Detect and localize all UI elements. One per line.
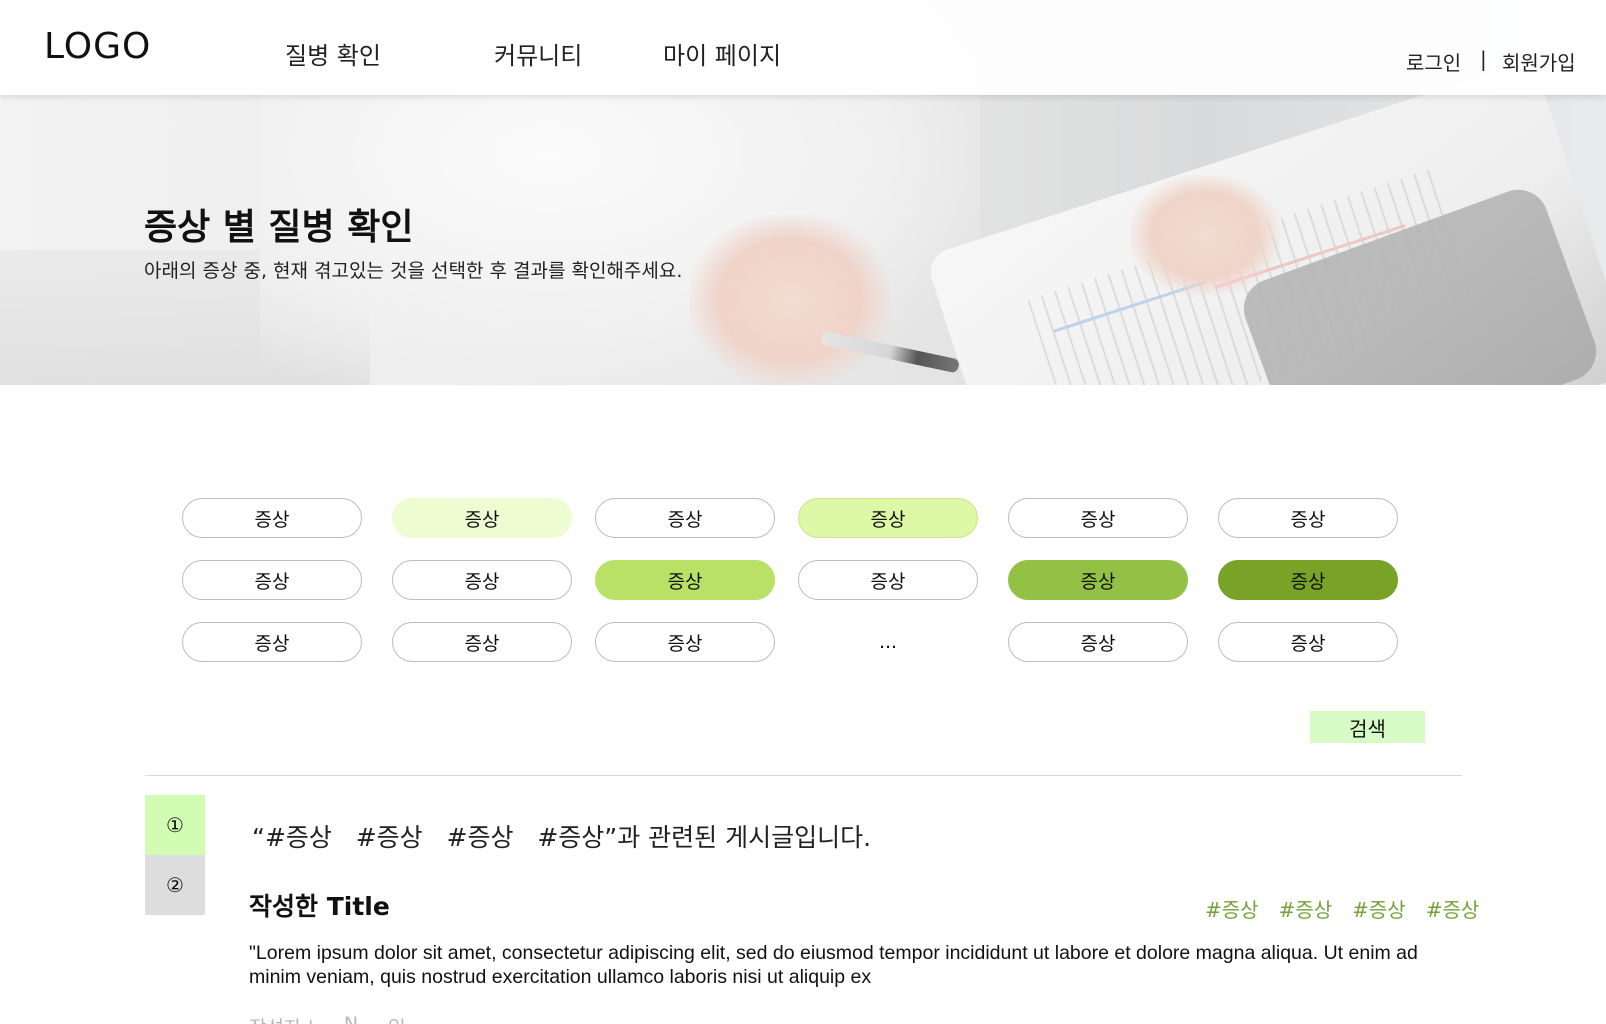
post-title[interactable]: 작성한 Title <box>249 887 390 923</box>
symptom-chip[interactable]: 증상 <box>798 560 978 600</box>
symptom-chip[interactable]: 증상 <box>595 560 775 600</box>
hero-hand-shape <box>690 215 890 385</box>
symptom-chip[interactable]: 증상 <box>1218 622 1398 662</box>
results-heading: “#증상 #증상 #증상 #증상”과 관련된 게시글입니다. <box>252 823 872 852</box>
post-body: "Lorem ipsum dolor sit amet, consectetur… <box>249 942 1418 988</box>
nav-my-page[interactable]: 마이 페이지 <box>663 36 781 71</box>
top-header: LOGO 질병 확인 커뮤니티 마이 페이지 로그인 | 회원가입 <box>0 0 1606 95</box>
page-tab-2[interactable]: ② <box>145 855 205 915</box>
post-author-value: N <box>343 1013 359 1024</box>
symptom-chip[interactable]: 증상 <box>595 622 775 662</box>
symptom-chip[interactable]: 증상 <box>392 622 572 662</box>
symptom-chip[interactable]: 증상 <box>1008 622 1188 662</box>
page-title: 증상 별 질병 확인 <box>144 207 414 248</box>
search-button[interactable]: 검색 <box>1310 711 1425 743</box>
page-tab-1[interactable]: ① <box>145 795 205 855</box>
nav-community[interactable]: 커뮤니티 <box>494 36 582 71</box>
post-meta: 작성자 | N 일 <box>249 1013 406 1024</box>
symptom-chip[interactable]: 증상 <box>392 498 572 538</box>
tag-link[interactable]: #증상 <box>1426 894 1480 923</box>
hero-hand2-shape <box>1130 175 1280 295</box>
auth-separator: | <box>1480 47 1487 71</box>
nav-disease-check[interactable]: 질병 확인 <box>285 36 381 71</box>
tag-link[interactable]: #증상 <box>1279 894 1333 923</box>
tag-link[interactable]: #증상 <box>1205 894 1259 923</box>
section-divider <box>145 775 1462 776</box>
symptom-chip[interactable]: 증상 <box>182 622 362 662</box>
post-tags: #증상 #증상 #증상 #증상 <box>1205 894 1479 923</box>
symptom-chip[interactable]: 증상 <box>595 498 775 538</box>
symptom-chip[interactable]: 증상 <box>1218 560 1398 600</box>
page-subtitle: 아래의 증상 중, 현재 겪고있는 것을 선택한 후 결과를 확인해주세요. <box>144 260 683 282</box>
login-link[interactable]: 로그인 <box>1406 47 1461 76</box>
symptom-chip[interactable]: 증상 <box>182 498 362 538</box>
post-date: 일 <box>388 1013 405 1024</box>
post-author: 작성자 | <box>249 1013 314 1024</box>
symptom-chip[interactable]: 증상 <box>392 560 572 600</box>
logo[interactable]: LOGO <box>44 26 151 67</box>
symptom-chip[interactable]: 증상 <box>1008 498 1188 538</box>
symptom-chip[interactable]: 증상 <box>1008 560 1188 600</box>
more-symptoms-ellipsis: ... <box>878 631 898 653</box>
symptom-chip[interactable]: 증상 <box>798 498 978 538</box>
signup-link[interactable]: 회원가입 <box>1502 47 1576 76</box>
symptom-chip[interactable]: 증상 <box>182 560 362 600</box>
symptom-chip[interactable]: 증상 <box>1218 498 1398 538</box>
tag-link[interactable]: #증상 <box>1352 894 1406 923</box>
